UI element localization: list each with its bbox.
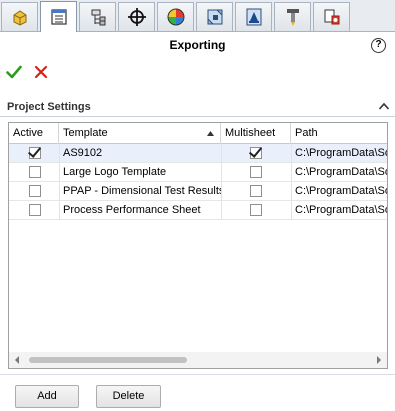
tab-property-manager[interactable]: [40, 1, 77, 32]
path-cell: C:\ProgramData\Sol: [295, 147, 388, 159]
active-checkbox[interactable]: [29, 147, 41, 159]
column-header-path[interactable]: Path: [291, 123, 387, 144]
inspection-icon: [246, 8, 261, 26]
collapse-chevron-up-icon[interactable]: [378, 101, 390, 111]
active-checkbox[interactable]: [29, 185, 41, 197]
crosshair-icon: [127, 8, 146, 26]
column-header-multisheet[interactable]: Multisheet: [221, 123, 291, 144]
ok-checkmark-icon[interactable]: [6, 64, 22, 80]
path-cell: C:\ProgramData\Sol: [295, 185, 388, 197]
multisheet-checkbox[interactable]: [250, 147, 262, 159]
template-name-cell: AS9102: [63, 147, 103, 159]
panel-title: Exporting: [169, 38, 226, 52]
active-checkbox[interactable]: [29, 204, 41, 216]
cam-icon: [207, 9, 222, 25]
tool-icon: [286, 9, 299, 26]
tab-cam[interactable]: [196, 2, 233, 31]
grid-header: Active Template Multisheet Path: [9, 123, 387, 144]
tab-display-manager[interactable]: [157, 2, 194, 31]
divider: [0, 374, 395, 375]
configuration-manager-icon: [91, 9, 105, 26]
help-icon[interactable]: ?: [371, 38, 386, 53]
scrollbar-thumb[interactable]: [29, 357, 187, 363]
cancel-x-icon[interactable]: [34, 65, 48, 79]
template-name-cell: Large Logo Template: [63, 166, 167, 178]
tab-addin[interactable]: [313, 2, 350, 31]
addin-icon: [324, 9, 339, 25]
property-manager-icon: [50, 9, 67, 25]
path-cell: C:\ProgramData\Sol: [295, 166, 388, 178]
feature-manager-icon: [13, 10, 26, 26]
appearance-ball-icon: [167, 8, 184, 26]
tab-inspection[interactable]: [235, 2, 272, 31]
active-checkbox[interactable]: [29, 166, 41, 178]
template-name-cell: PPAP - Dimensional Test Results: [63, 185, 221, 197]
section-divider: [0, 116, 395, 117]
scroll-right-arrow-icon[interactable]: [375, 356, 383, 364]
table-row[interactable]: Process Performance Sheet C:\ProgramData…: [9, 201, 388, 220]
multisheet-checkbox[interactable]: [250, 204, 262, 216]
tab-dimxpert-manager[interactable]: [118, 2, 155, 31]
template-name-cell: Process Performance Sheet: [63, 204, 201, 216]
multisheet-checkbox[interactable]: [250, 185, 262, 197]
table-row[interactable]: PPAP - Dimensional Test Results C:\Progr…: [9, 182, 388, 201]
add-button[interactable]: Add: [15, 385, 79, 408]
sort-ascending-icon: [207, 131, 214, 136]
horizontal-scrollbar[interactable]: [9, 352, 387, 368]
section-title-project-settings: Project Settings: [7, 101, 91, 113]
table-row[interactable]: Large Logo Template C:\ProgramData\Sol: [9, 163, 388, 182]
table-row[interactable]: AS9102 C:\ProgramData\Sol: [9, 144, 388, 163]
scroll-left-arrow-icon[interactable]: [13, 356, 21, 364]
delete-button[interactable]: Delete: [96, 385, 161, 408]
multisheet-checkbox[interactable]: [250, 166, 262, 178]
tab-configuration-manager[interactable]: [79, 2, 116, 31]
column-header-active[interactable]: Active: [9, 123, 59, 144]
path-cell: C:\ProgramData\Sol: [295, 204, 388, 216]
tab-toolbox[interactable]: [274, 2, 311, 31]
templates-grid: Active Template Multisheet Path AS9102 C…: [8, 122, 388, 369]
manager-tab-strip: [0, 0, 395, 32]
tab-feature-manager[interactable]: [1, 2, 38, 31]
column-header-template[interactable]: Template: [59, 123, 221, 144]
